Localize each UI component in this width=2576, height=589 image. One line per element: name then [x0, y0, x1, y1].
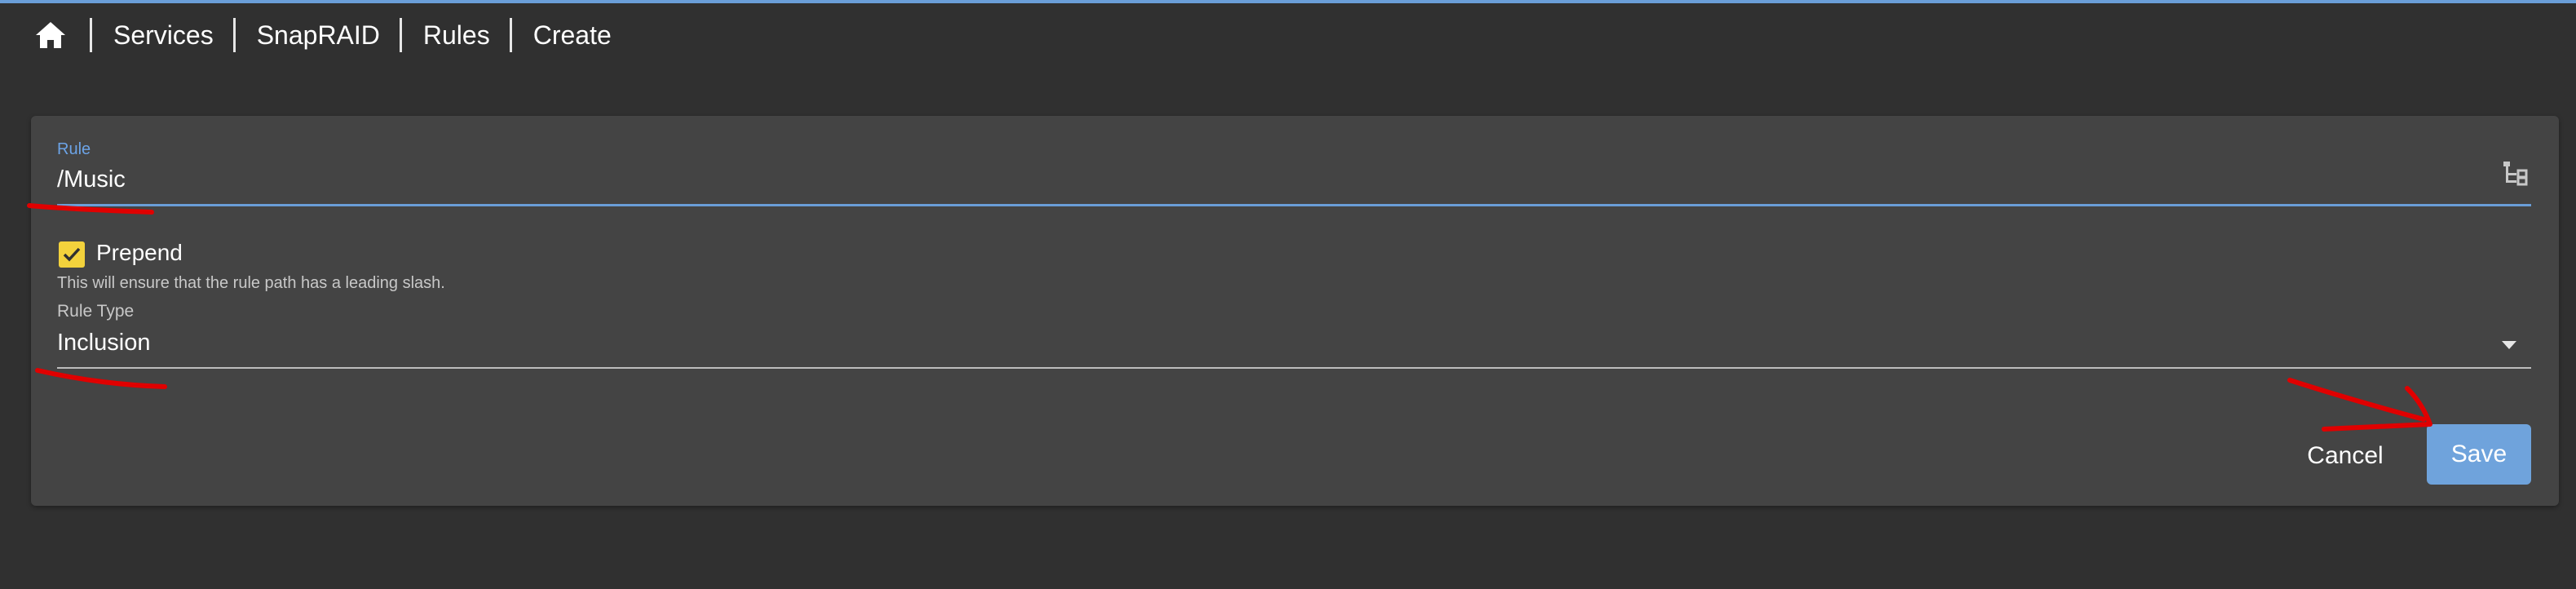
- rule-type-label: Rule Type: [57, 302, 135, 321]
- breadcrumb-create: Create: [532, 20, 612, 50]
- chevron-down-icon[interactable]: [2497, 334, 2521, 354]
- save-button[interactable]: Save: [2427, 424, 2531, 485]
- breadcrumb-snapraid[interactable]: SnapRAID: [257, 20, 380, 51]
- breadcrumb-services[interactable]: Services: [113, 20, 214, 51]
- rule-type-select[interactable]: Inclusion: [57, 330, 150, 356]
- rule-field-underline: [57, 204, 2531, 206]
- rule-input[interactable]: [57, 163, 2471, 196]
- home-icon: [36, 22, 65, 48]
- prepend-checkbox[interactable]: [59, 241, 85, 268]
- prepend-label[interactable]: Prepend: [96, 240, 183, 266]
- breadcrumb-separator: [509, 18, 512, 52]
- folder-tree-icon[interactable]: [2499, 158, 2531, 191]
- prepend-hint: This will ensure that the rule path has …: [57, 274, 445, 292]
- rule-type-underline: [57, 367, 2531, 369]
- breadcrumb-separator: [90, 18, 92, 52]
- rule-form-card: Rule Prepend This will ensure that the r…: [31, 116, 2559, 506]
- breadcrumb-separator: [232, 18, 236, 52]
- rule-field-label: Rule: [57, 140, 91, 158]
- breadcrumb-separator: [399, 18, 402, 52]
- top-accent-line: [0, 0, 2576, 3]
- checkmark-icon: [63, 247, 81, 262]
- breadcrumb: Services SnapRAID Rules Create: [33, 16, 631, 54]
- breadcrumb-rules[interactable]: Rules: [423, 20, 490, 51]
- cancel-button[interactable]: Cancel: [2296, 426, 2394, 486]
- breadcrumb-home[interactable]: [33, 17, 68, 53]
